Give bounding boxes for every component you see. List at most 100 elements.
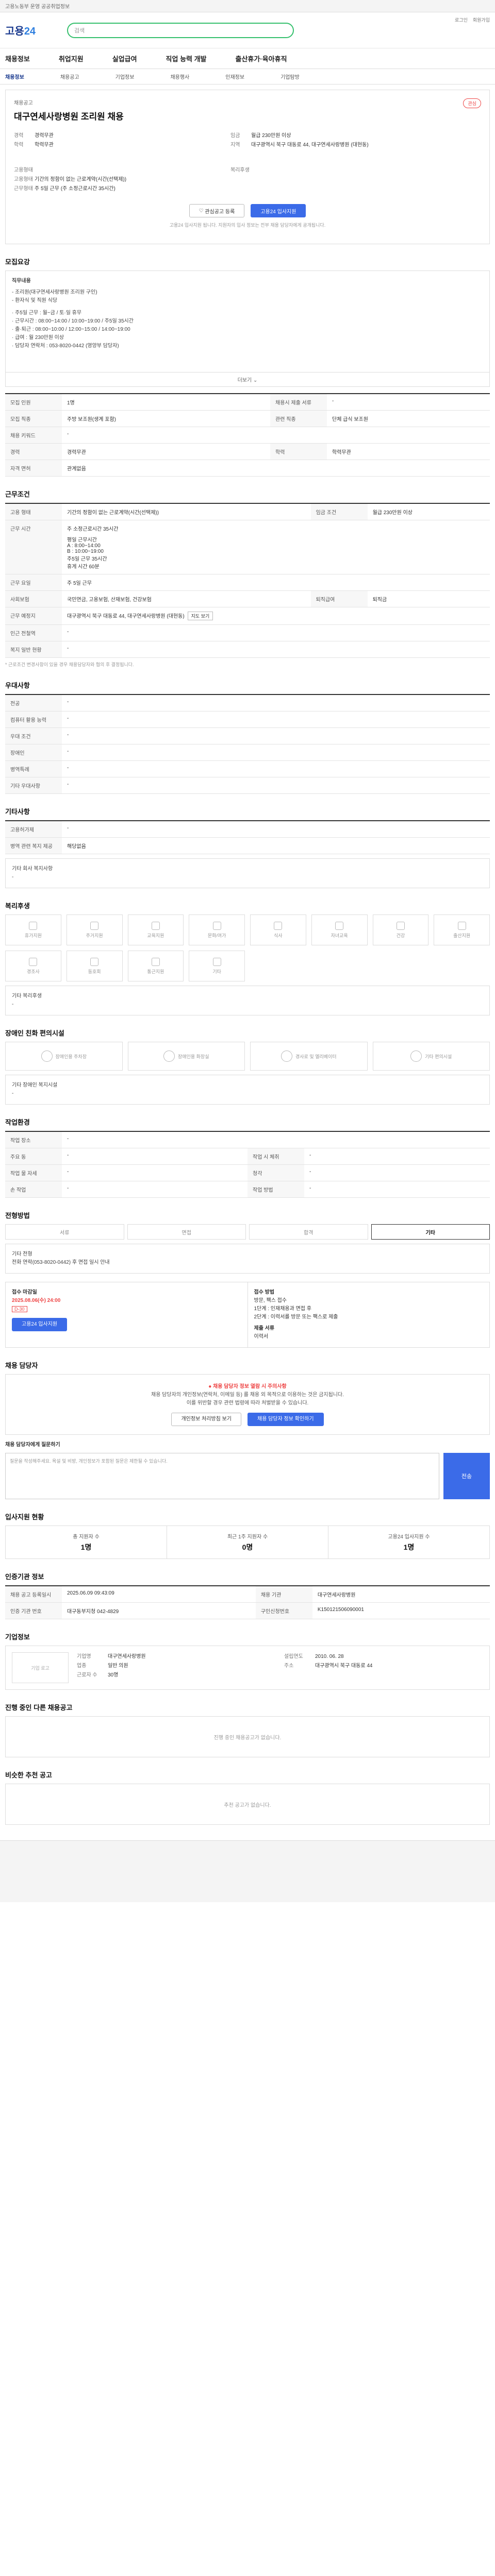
header-links: 로그인 회원가입 xyxy=(455,16,490,23)
step-interview: 면접 xyxy=(127,1224,246,1240)
applicants-title: 입사지원 현황 xyxy=(5,1513,44,1521)
lnb-item-1[interactable]: 채용공고 xyxy=(60,73,79,80)
top-bar: 고용노동부 운영 공공취업정보 xyxy=(0,0,495,12)
search-input[interactable]: 검색 xyxy=(67,22,294,38)
welfare-title: 복리후생 xyxy=(5,902,30,910)
process-method: 기타 전형 전화 연락(053-8020-0442) 후 면접 일시 안내 xyxy=(5,1244,490,1274)
priority-table: 전공 - 컴퓨터 활용 능력 - 우대 조건 - 장애인 - 병역특례 - 기타 우대사항… xyxy=(5,694,490,794)
lnb-item-5[interactable]: 기업탐방 xyxy=(280,73,300,80)
gnb-item-jobs[interactable]: 채용정보 xyxy=(5,54,30,63)
elevator-icon xyxy=(280,1050,292,1062)
inquiry-send-button[interactable]: 전송 xyxy=(443,1453,490,1499)
similar-empty: 추천 공고가 없습니다. xyxy=(5,1784,490,1825)
welfare-item: 건강 xyxy=(372,914,429,945)
facility-icon xyxy=(410,1050,422,1062)
welfare-icon xyxy=(90,921,99,930)
welfare-icon xyxy=(29,957,38,966)
welfare-item: 기타 xyxy=(189,951,245,981)
favorite-button[interactable]: 관심 xyxy=(463,98,481,108)
deadline-panel: 접수 마감일 2025.08.06(수) 24:00 D-30 고용24 입사지… xyxy=(5,1282,490,1348)
welfare-item: 출산지원 xyxy=(434,914,490,945)
restroom-icon xyxy=(163,1050,175,1062)
company-title: 기업정보 xyxy=(5,1633,30,1641)
similar-title: 비슷한 추천 공고 xyxy=(5,1771,52,1779)
info-table: 채용 공고 등록일시 2025.06.09 09:43:09 채용 기관 대구연세사랑… xyxy=(5,1585,490,1619)
workenv-title: 작업환경 xyxy=(5,1118,30,1126)
welfare-item: 경조사 xyxy=(5,951,61,981)
site-header: 고용24 검색 로그인 회원가입 xyxy=(0,12,495,48)
applicant-stats: 총 지원자 수 1명 최근 1주 지원자 수 0명 고용24 입사지원 수 1명 xyxy=(5,1526,490,1559)
lnb-item-3[interactable]: 채용행사 xyxy=(170,73,189,80)
company-logo: 기업 로고 xyxy=(12,1652,69,1683)
related-empty: 진행 중인 채용공고가 없습니다. xyxy=(5,1716,490,1757)
recruit-body: 직무내용 - 조리원(대구연세사랑병원 조리원 구인) - 환자식 및 직원 식… xyxy=(5,270,490,372)
privacy-button[interactable]: 개인정보 처리방침 보기 xyxy=(171,1413,241,1426)
apply-note: 고용24 입사지원 됩니다. 지원자의 입사 정보는 전부 채용 담당자에게 공… xyxy=(169,223,326,228)
recruit-more-button[interactable]: 더보기 ⌄ xyxy=(5,372,490,387)
gnb-item-leave[interactable]: 출산휴가·육아휴직 xyxy=(236,54,287,63)
process-steps: 서류 면접 합격 기타 xyxy=(5,1224,490,1240)
step-pass: 합격 xyxy=(249,1224,368,1240)
recruit-title: 모집요강 xyxy=(5,258,30,266)
lnb-item-0[interactable]: 채용정보 xyxy=(5,73,24,80)
welfare-icon xyxy=(151,921,160,930)
welfare-item: 교육지원 xyxy=(127,914,184,945)
global-nav: 채용정보 취업지원 실업급여 직업 능력 개발 출산휴가·육아휴직 xyxy=(0,48,495,69)
workenv-table: 작업 장소 - 주요 동 - 작업 시 체취 - 작업 물 자세 - 청각 - 손 작업 - 작업… xyxy=(5,1131,490,1198)
barrier-title: 장애인 친화 편의시설 xyxy=(5,1029,64,1037)
conditions-title: 근무조건 xyxy=(5,490,30,498)
heart-icon: ♡ xyxy=(199,208,205,214)
view-contact-button[interactable]: 채용 담당자 정보 확인하기 xyxy=(248,1413,324,1426)
priority-title: 우대사항 xyxy=(5,682,30,689)
site-logo[interactable]: 고용24 xyxy=(5,23,67,38)
step-other: 기타 xyxy=(371,1224,490,1240)
step-documents: 서류 xyxy=(5,1224,124,1240)
map-button[interactable]: 지도 보기 xyxy=(187,612,213,620)
welfare-icon xyxy=(29,921,38,930)
welfare-item: 주거지원 xyxy=(66,914,123,945)
site-footer xyxy=(0,1840,495,1902)
other-title: 기타사항 xyxy=(5,808,30,816)
gnb-item-support[interactable]: 취업지원 xyxy=(59,54,84,63)
login-link[interactable]: 로그인 xyxy=(455,16,468,23)
process-title: 전형방법 xyxy=(5,1212,30,1219)
deadline-date: 2025.08.06(수) 24:00 xyxy=(12,1298,61,1303)
welfare-item: 자녀교육 xyxy=(311,914,368,945)
welfare-icon xyxy=(90,957,99,966)
parking-icon xyxy=(41,1050,53,1062)
welfare-icon xyxy=(151,957,160,966)
gnb-item-training[interactable]: 직업 능력 개발 xyxy=(166,54,207,63)
top-bar-text: 고용노동부 운영 공공취업정보 xyxy=(5,4,70,10)
welfare-item: 통근지원 xyxy=(127,951,184,981)
job-tag: 채용공고 xyxy=(14,100,33,106)
inquiry-textarea[interactable]: 질문을 작성해주세요. 욕설 및 비방, 개인정보가 포함된 질문은 제한될 수… xyxy=(5,1453,439,1499)
gnb-item-benefits[interactable]: 실업급여 xyxy=(112,54,137,63)
welfare-item: 휴가지원 xyxy=(5,914,61,945)
job-summary: 채용공고 대구연세사랑병원 조리원 채용 관심 경력 경력무관 학력 학력무관 임금… xyxy=(5,90,490,244)
lnb-item-2[interactable]: 기업정보 xyxy=(116,73,135,80)
other-extra: 기타 회사 복지사항 - xyxy=(5,858,490,888)
apply-button-2[interactable]: 고용24 입사지원 xyxy=(12,1318,68,1331)
company-card: 기업 로고 기업명 대구연세사랑병원 업종 일반 의원 근로자 수 30명 설립연도 2… xyxy=(5,1646,490,1690)
apply-button[interactable]: 고용24 입사지원 xyxy=(251,204,306,217)
welfare-grid: 휴가지원 주거지원 교육지원 문화/여가 식사 자녀교육 건강 출산지원 경조사… xyxy=(5,914,490,981)
job-title: 대구연세사랑병원 조리원 채용 xyxy=(14,112,124,122)
welfare-extra: 기타 복리후생 - xyxy=(5,986,490,1015)
welfare-icon xyxy=(457,921,466,930)
recruit-table: 모집 인원 1명 채용시 제출 서류 - 모집 직종 주방 보조원(생계 포함) 관련 직… xyxy=(5,393,490,477)
contact-title: 채용 담당자 xyxy=(5,1362,38,1369)
welfare-icon xyxy=(335,921,344,930)
info-title: 인증기관 정보 xyxy=(5,1573,44,1581)
lnb-item-4[interactable]: 인재정보 xyxy=(225,73,244,80)
chevron-down-icon: ⌄ xyxy=(253,378,258,383)
conditions-footnote: * 근로조건 변경사항이 있을 경우 채용담당자와 협의 후 결정됩니다. xyxy=(5,662,134,667)
dday-badge: D-30 xyxy=(12,1306,27,1312)
signup-link[interactable]: 회원가입 xyxy=(473,16,490,23)
other-table: 고용허가제 - 병역 관련 복지 제공 해당없음 xyxy=(5,820,490,854)
save-job-button[interactable]: ♡ 관심공고 등록 xyxy=(189,204,245,217)
welfare-icon xyxy=(274,921,283,930)
barrier-extra: 기타 장애인 복지시설 - xyxy=(5,1075,490,1105)
contact-box: ● 채용 담당자 정보 열람 시 주의사항 채용 담당자의 개인정보(연락처, … xyxy=(5,1374,490,1435)
welfare-item: 동호회 xyxy=(66,951,123,981)
welfare-icon xyxy=(212,957,221,966)
